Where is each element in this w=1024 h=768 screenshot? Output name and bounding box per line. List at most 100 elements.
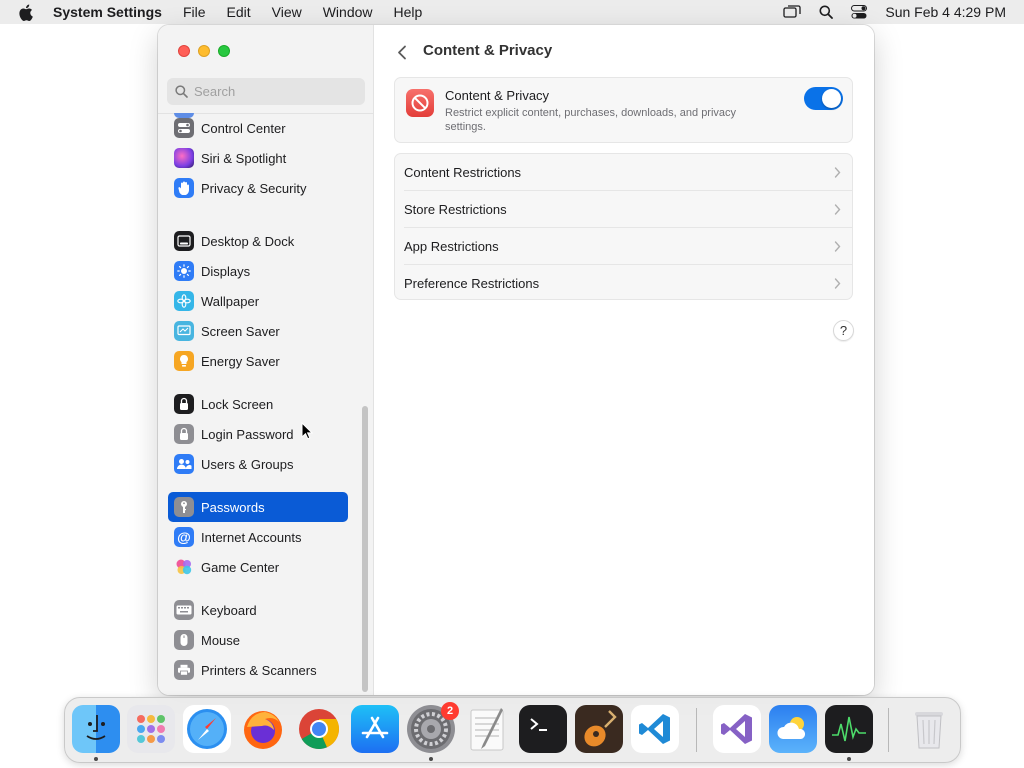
dock-terminal[interactable] bbox=[519, 705, 567, 753]
chrome-icon bbox=[299, 709, 339, 749]
row-content-restrictions[interactable]: Content Restrictions bbox=[395, 154, 852, 191]
sidebar-item-lock-screen[interactable]: Lock Screen bbox=[168, 389, 348, 419]
sidebar-item-game-center[interactable]: Game Center bbox=[168, 552, 348, 582]
firefox-icon bbox=[244, 711, 282, 749]
users-icon bbox=[174, 454, 194, 474]
control-center-icon[interactable] bbox=[851, 5, 868, 19]
bulb-icon bbox=[174, 351, 194, 371]
sidebar-item-users-groups[interactable]: Users & Groups bbox=[168, 449, 348, 479]
content-privacy-toggle[interactable] bbox=[804, 87, 843, 110]
menu-view[interactable]: View bbox=[272, 4, 302, 20]
lock-icon bbox=[174, 424, 194, 444]
sun-icon bbox=[174, 261, 194, 281]
spotlight-search-icon[interactable] bbox=[819, 5, 834, 19]
sidebar-scrollbar[interactable] bbox=[362, 406, 368, 692]
sidebar-item-label: Passwords bbox=[201, 499, 265, 515]
menu-app-name[interactable]: System Settings bbox=[53, 4, 162, 20]
dock-icon bbox=[174, 231, 194, 251]
control-center-icon bbox=[174, 118, 194, 138]
dock-visual-studio[interactable] bbox=[713, 705, 761, 753]
sidebar-item-desktop-dock[interactable]: Desktop & Dock bbox=[168, 226, 348, 256]
dock-trash[interactable] bbox=[905, 705, 953, 753]
search-icon bbox=[175, 85, 188, 98]
back-button[interactable] bbox=[391, 41, 413, 63]
dock-firefox[interactable] bbox=[239, 705, 287, 753]
content-pane: Content & Privacy Content & Privacy Rest… bbox=[374, 25, 874, 695]
row-app-restrictions[interactable]: App Restrictions bbox=[395, 228, 852, 265]
notification-badge: 2 bbox=[441, 702, 459, 720]
siri-icon bbox=[174, 148, 194, 168]
sidebar-item-keyboard[interactable]: Keyboard bbox=[168, 595, 348, 625]
activity-monitor-icon bbox=[832, 716, 866, 742]
sidebar-item-mouse[interactable]: Mouse bbox=[168, 625, 348, 655]
dock-safari[interactable] bbox=[183, 705, 231, 753]
menubar-clock[interactable]: Sun Feb 4 4:29 PM bbox=[885, 4, 1006, 20]
menu-window[interactable]: Window bbox=[323, 4, 373, 20]
sidebar-item-label: Game Center bbox=[201, 559, 280, 575]
sidebar-item-internet-accounts[interactable]: @ Internet Accounts bbox=[168, 522, 348, 552]
sidebar-item-label: Keyboard bbox=[201, 602, 257, 618]
sidebar-item-login-password[interactable]: Login Password bbox=[168, 419, 348, 449]
menu-file[interactable]: File bbox=[183, 4, 206, 20]
close-button[interactable] bbox=[178, 45, 190, 57]
sidebar-item-label: Desktop & Dock bbox=[201, 233, 295, 249]
restrictions-list: Content Restrictions Store Restrictions … bbox=[394, 153, 853, 300]
sidebar-item-label: Screen Saver bbox=[201, 323, 280, 339]
menu-edit[interactable]: Edit bbox=[227, 4, 251, 20]
row-preference-restrictions[interactable]: Preference Restrictions bbox=[395, 265, 852, 302]
key-icon bbox=[174, 497, 194, 517]
sidebar-item-printers-scanners[interactable]: Printers & Scanners bbox=[168, 655, 348, 685]
dock-running-indicator bbox=[94, 757, 98, 761]
minimize-button[interactable] bbox=[198, 45, 210, 57]
sidebar-item-siri-spotlight[interactable]: Siri & Spotlight bbox=[168, 143, 348, 173]
apple-icon[interactable] bbox=[18, 4, 36, 21]
page-title: Content & Privacy bbox=[423, 42, 553, 59]
sidebar-list: Control Center Siri & Spotlight Privacy … bbox=[158, 113, 374, 693]
dock-launchpad[interactable] bbox=[127, 705, 175, 753]
row-label: Preference Restrictions bbox=[404, 276, 540, 291]
visual-studio-icon bbox=[721, 714, 752, 744]
sidebar-item-label: Displays bbox=[201, 263, 251, 279]
sidebar-item-wallpaper[interactable]: Wallpaper bbox=[168, 286, 348, 316]
dock-activity-monitor[interactable] bbox=[825, 705, 873, 753]
dock-garageband[interactable] bbox=[575, 705, 623, 753]
dock-chrome[interactable] bbox=[295, 705, 343, 753]
sidebar-item-displays[interactable]: Displays bbox=[168, 256, 348, 286]
dock-finder[interactable] bbox=[72, 705, 120, 753]
help-button[interactable]: ? bbox=[833, 320, 854, 341]
zoom-button[interactable] bbox=[218, 45, 230, 57]
dock-weather[interactable] bbox=[769, 705, 817, 753]
window-controls bbox=[178, 45, 230, 57]
dock-textedit[interactable] bbox=[463, 705, 511, 753]
sidebar-item-privacy-security[interactable]: Privacy & Security bbox=[168, 173, 348, 203]
menu-bar: System Settings File Edit View Window He… bbox=[0, 0, 1024, 24]
sidebar-item-label: Mouse bbox=[201, 632, 241, 648]
sidebar-item-label: Login Password bbox=[201, 426, 294, 442]
row-label: App Restrictions bbox=[404, 239, 499, 254]
mouse-icon bbox=[174, 630, 194, 650]
chevron-right-icon bbox=[834, 240, 842, 253]
search-field[interactable] bbox=[167, 78, 365, 105]
menu-help[interactable]: Help bbox=[394, 4, 423, 20]
sidebar-item-energy-saver[interactable]: Energy Saver bbox=[168, 346, 348, 376]
search-input[interactable] bbox=[194, 84, 354, 99]
dock-running-indicator bbox=[429, 757, 433, 761]
toggle-knob bbox=[822, 89, 841, 108]
safari-icon bbox=[187, 709, 227, 749]
sidebar-item-passwords[interactable]: Passwords bbox=[168, 492, 348, 522]
chevron-right-icon bbox=[834, 203, 842, 216]
chevron-right-icon bbox=[834, 166, 842, 179]
at-icon: @ bbox=[174, 527, 194, 547]
row-label: Store Restrictions bbox=[404, 202, 507, 217]
dock-app-store[interactable] bbox=[351, 705, 399, 753]
sidebar-item-control-center[interactable]: Control Center bbox=[168, 113, 348, 143]
hand-icon bbox=[174, 178, 194, 198]
row-store-restrictions[interactable]: Store Restrictions bbox=[395, 191, 852, 228]
sidebar-item-label: Control Center bbox=[201, 120, 286, 136]
screen-mirroring-icon[interactable] bbox=[783, 5, 802, 19]
chevron-left-icon bbox=[398, 45, 406, 59]
sidebar-item-label: Users & Groups bbox=[201, 456, 294, 472]
dock-vscode[interactable] bbox=[631, 705, 679, 753]
sidebar-item-screen-saver[interactable]: Screen Saver bbox=[168, 316, 348, 346]
sidebar: Control Center Siri & Spotlight Privacy … bbox=[158, 25, 374, 695]
